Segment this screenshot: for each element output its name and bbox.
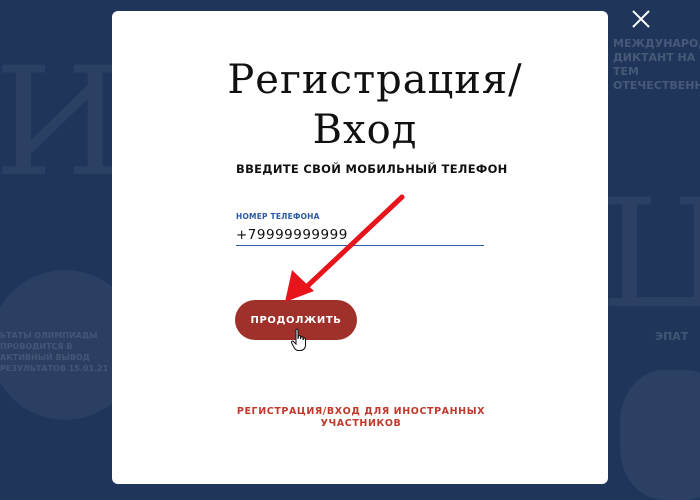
background-big-letters-right: Ц (600, 168, 700, 342)
foreign-participants-link[interactable]: РЕГИСТРАЦИЯ/ВХОД ДЛЯ ИНОСТРАННЫХ УЧАСТНИ… (236, 406, 486, 430)
background-text-left: ЬТАТЫ ОЛИМПИАДЫ ПРОВОДИТСЯ В АКТИВНЫЙ ВЫ… (0, 331, 109, 373)
background-text-right: МЕЖДУНАРОДН ДИКТАНТ НА ТЕМ ОТЕЧЕСТВЕННОЙ (613, 37, 700, 92)
modal-title-line1: Регистрация/ (227, 57, 523, 103)
registration-modal: Регистрация/ Вход ВВЕДИТЕ СВОЙ МОБИЛЬНЫЙ… (112, 11, 608, 484)
foreign-link-line2: УЧАСТНИКОВ (320, 418, 402, 429)
phone-instruction: ВВЕДИТЕ СВОЙ МОБИЛЬНЫЙ ТЕЛЕФОН (236, 162, 508, 176)
foreign-link-line1: РЕГИСТРАЦИЯ/ВХОД ДЛЯ ИНОСТРАННЫХ (236, 406, 486, 417)
background-portrait (620, 370, 700, 500)
background-text-right-bottom: ЭПАТ (655, 330, 689, 343)
phone-input[interactable] (236, 225, 484, 246)
close-button[interactable] (628, 6, 654, 32)
hand-cursor-icon (290, 328, 306, 351)
phone-field-label: НОМЕР ТЕЛЕФОНА (236, 212, 320, 221)
modal-title-line2: Вход (312, 107, 418, 153)
modal-title: Регистрация/ Вход (112, 55, 608, 155)
close-icon (632, 10, 650, 28)
